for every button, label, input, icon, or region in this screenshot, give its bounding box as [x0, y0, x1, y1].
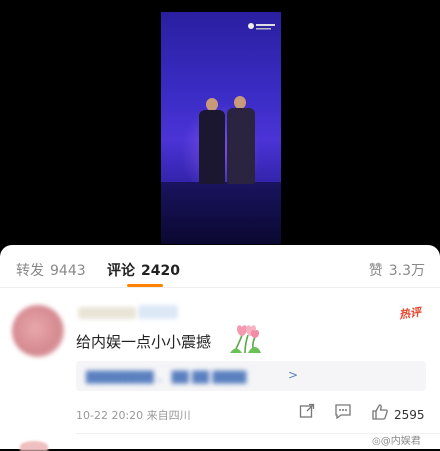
tab-reposts[interactable]: 转发 9443: [16, 260, 86, 280]
comment-icon[interactable]: [334, 403, 352, 420]
comment-location: 来自四川: [146, 409, 191, 422]
tab-bar: 转发 9443 评论 2420 赞 3.3万: [0, 245, 440, 288]
username[interactable]: [78, 307, 136, 319]
tulip-icon: [228, 323, 262, 355]
share-icon[interactable]: [299, 403, 315, 419]
thumbs-up-icon[interactable]: [371, 403, 389, 421]
avatar[interactable]: [20, 441, 48, 451]
video-player[interactable]: [0, 0, 440, 247]
tab-reposts-label: 转发: [16, 263, 44, 279]
chevron-right-icon: >: [288, 368, 299, 382]
tab-likes[interactable]: 赞 3.3万: [369, 260, 425, 280]
comment-timestamp: 10-22 20:20: [76, 409, 144, 422]
watermark-text: @内娱君: [380, 436, 421, 447]
stage-floor: [161, 182, 281, 244]
active-tab-indicator: [127, 284, 163, 287]
comments-panel: 转发 9443 评论 2420 赞 3.3万 热评 给内娱一点小小震撼 ████…: [0, 245, 440, 451]
comment-item: 热评 给内娱一点小小震撼 ████████ 、 ██ ██ ████ > 10-…: [0, 293, 440, 443]
tab-comments-count: 2420: [141, 263, 180, 279]
repost-reply-text: ████████ 、 ██ ██ ████: [86, 371, 247, 384]
comment-meta: 10-22 20:20 来自四川: [76, 407, 191, 423]
tab-reposts-count: 9443: [50, 263, 86, 279]
tab-comments-label: 评论: [107, 263, 135, 279]
tab-likes-label: 赞: [368, 263, 383, 279]
video-frame[interactable]: [161, 12, 281, 244]
performer: [227, 108, 255, 184]
performer: [199, 110, 225, 184]
tab-likes-count: 3.3万: [388, 263, 425, 279]
watermark: ◎@内娱君: [372, 432, 421, 447]
comment-text: 给内娱一点小小震撼: [76, 333, 212, 351]
tab-comments[interactable]: 评论 2420: [107, 260, 180, 280]
weibo-icon: ◎: [372, 436, 381, 447]
repost-reply-link[interactable]: ████████ 、 ██ ██ ████ >: [76, 361, 426, 391]
like-count: 2595: [394, 408, 425, 422]
user-badge: [138, 305, 178, 319]
hot-comment-badge: 热评: [398, 305, 422, 322]
video-logo-icon: [247, 22, 277, 34]
avatar[interactable]: [12, 305, 64, 357]
